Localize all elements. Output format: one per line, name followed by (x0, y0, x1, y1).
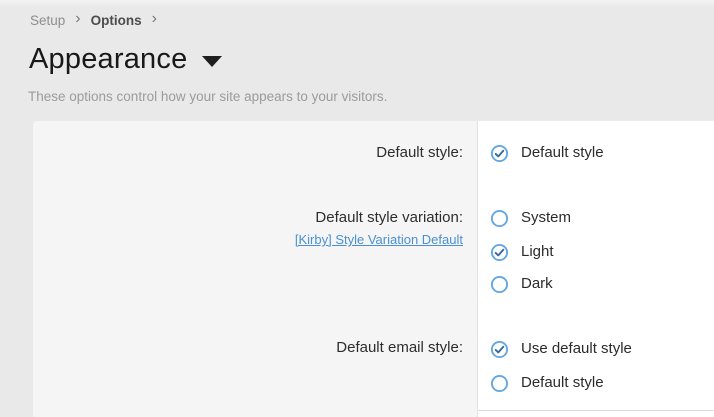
breadcrumb-item-options[interactable]: Options (91, 13, 142, 28)
page-subtitle: These options control how your site appe… (28, 89, 387, 104)
circle-check-icon (490, 243, 509, 262)
option-label-default-style: Default style: (43, 143, 463, 163)
chevron-right-icon: › (75, 11, 80, 29)
option-label-default-email-style: Default email style: (43, 338, 463, 358)
breadcrumb-item-setup[interactable]: Setup (30, 13, 65, 28)
row-divider (478, 410, 714, 411)
radio-label: Use default style (521, 339, 632, 359)
radio-label: Dark (521, 274, 553, 294)
radio-default-style[interactable]: Default style (490, 143, 604, 163)
circle-check-icon (490, 144, 509, 163)
radio-email-default-style[interactable]: Default style (490, 373, 604, 393)
option-labels-column: Default style: Default style variation: … (33, 121, 477, 417)
option-label-default-style-variation: Default style variation: (43, 208, 463, 228)
option-choices-column: Default style System Light Dark (477, 121, 714, 417)
radio-label: Light (521, 242, 554, 262)
radio-use-default-style[interactable]: Use default style (490, 339, 632, 359)
page-title-row: Appearance (29, 41, 222, 77)
style-variation-default-link[interactable]: [Kirby] Style Variation Default (43, 232, 463, 248)
circle-icon (490, 209, 509, 228)
radio-label: System (521, 208, 571, 228)
radio-label: Default style (521, 373, 604, 393)
circle-icon (490, 275, 509, 294)
circle-icon (490, 374, 509, 393)
radio-dark[interactable]: Dark (490, 274, 553, 294)
breadcrumb: Setup › Options › (30, 11, 157, 29)
circle-check-icon (490, 340, 509, 359)
caret-down-icon[interactable] (202, 56, 222, 67)
radio-system[interactable]: System (490, 208, 571, 228)
options-panel: Default style: Default style variation: … (33, 121, 714, 417)
radio-light[interactable]: Light (490, 242, 554, 262)
chevron-right-icon: › (152, 11, 157, 29)
radio-label: Default style (521, 143, 604, 163)
page-title: Appearance (29, 41, 187, 77)
